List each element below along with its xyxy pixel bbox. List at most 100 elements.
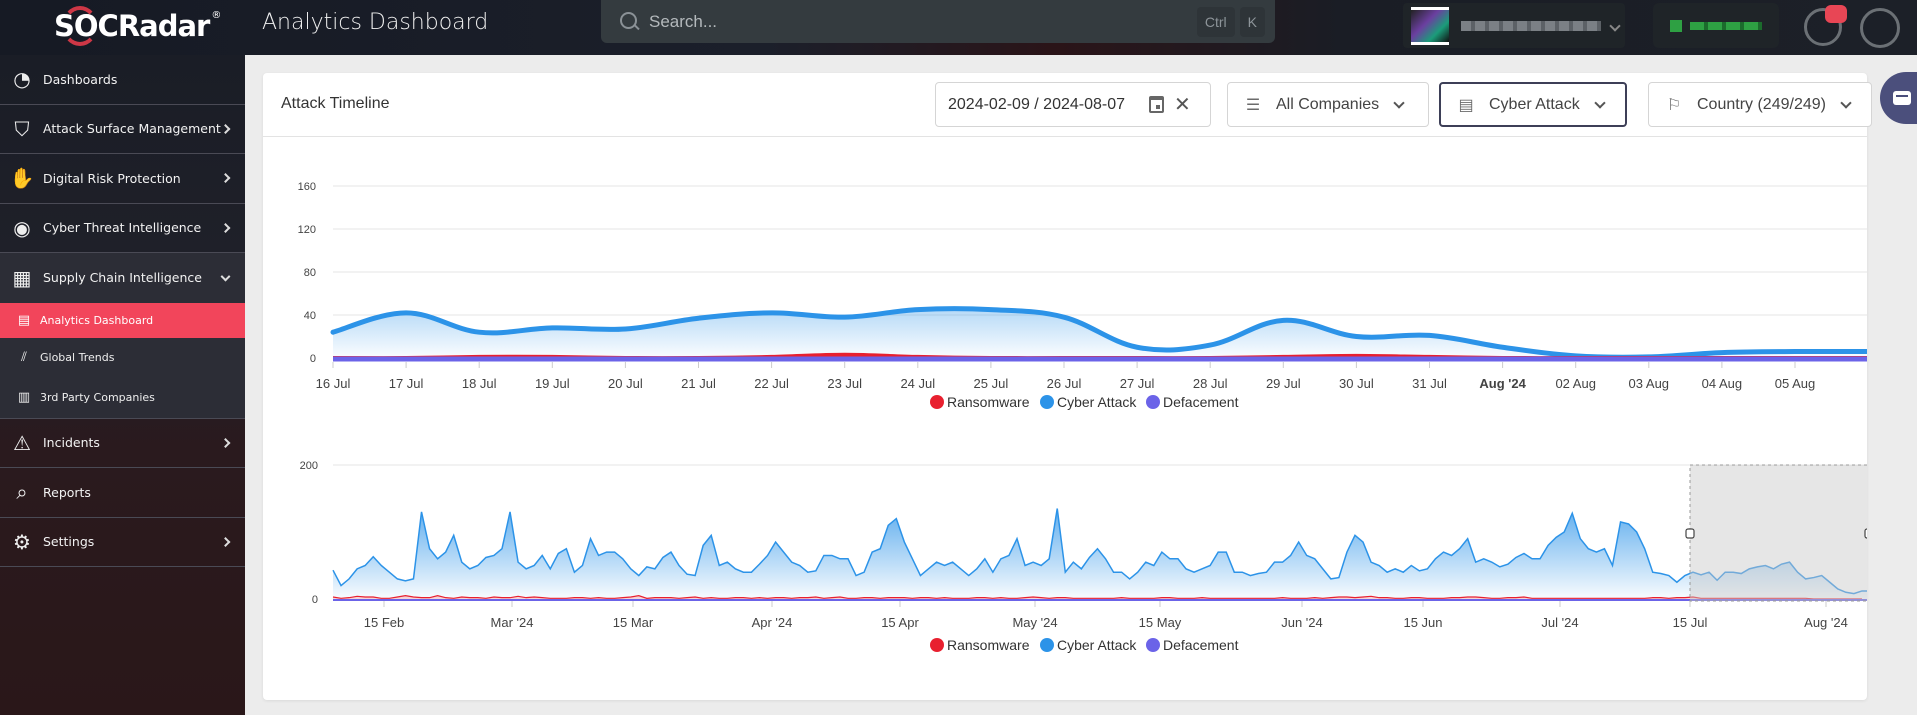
chevron-right-icon bbox=[220, 437, 231, 448]
license-text-redacted bbox=[1690, 21, 1762, 30]
sidebar-item-label: Digital Risk Protection bbox=[43, 170, 181, 186]
license-icon bbox=[1670, 19, 1682, 32]
clear-date-icon[interactable]: ✕ bbox=[1174, 92, 1191, 117]
sidebar-item-label: Reports bbox=[43, 484, 91, 500]
chevron-down-icon bbox=[1609, 19, 1621, 32]
companies-value: All Companies bbox=[1276, 95, 1380, 113]
legend-marker-defacement bbox=[1146, 395, 1160, 409]
search-icon bbox=[619, 11, 641, 33]
shield-scan-icon: ⛉ bbox=[14, 116, 30, 141]
x-tick-label: 22 Jul bbox=[754, 376, 789, 391]
sidebar-item-reports[interactable]: ⌕ Reports bbox=[0, 468, 245, 518]
sidebar-item-dashboards[interactable]: ◔ Dashboards bbox=[0, 55, 245, 105]
navigator-selection bbox=[1689, 464, 1867, 602]
x-tick-label: 26 Jul bbox=[1047, 376, 1082, 391]
x-tick-label: 05 Aug bbox=[1775, 376, 1816, 391]
shortcut-key-k: K bbox=[1239, 6, 1265, 37]
card-title: Attack Timeline bbox=[281, 95, 390, 112]
legend-marker-defacement bbox=[1146, 638, 1160, 652]
card-header: Attack Timeline 2024-02-09 / 2024-08-07 … bbox=[263, 73, 1872, 137]
page-title: Analytics Dashboard bbox=[262, 10, 489, 35]
x-tick-label: 24 Jul bbox=[900, 376, 935, 391]
radar-ring-icon bbox=[62, 6, 98, 46]
y-tick-label: 0 bbox=[312, 594, 318, 606]
supply-chain-submenu: ▤ Analytics Dashboard ⫽ Global Trends ▥ … bbox=[0, 302, 245, 419]
x-tick-label: 03 Aug bbox=[1629, 376, 1670, 391]
x-tick-label: 25 Jul bbox=[974, 376, 1009, 391]
company-avatar bbox=[1411, 6, 1449, 45]
sidebar-subitem-global-trends[interactable]: ⫽ Global Trends bbox=[0, 338, 245, 378]
chevron-right-icon bbox=[220, 173, 231, 184]
x-tick-label: Jul '24 bbox=[1541, 615, 1578, 630]
x-tick-label: 18 Jul bbox=[462, 376, 497, 391]
sidebar-subitem-3rd-party-companies[interactable]: ▥ 3rd Party Companies bbox=[0, 378, 245, 418]
shortcut-key-ctrl: Ctrl bbox=[1196, 6, 1235, 37]
registered-mark: ® bbox=[211, 10, 221, 21]
attack-type-dropdown[interactable]: ▤ Cyber Attack bbox=[1439, 82, 1627, 127]
sidebar-item-cyber-threat-intelligence[interactable]: ◉ Cyber Threat Intelligence bbox=[0, 204, 245, 253]
sidebar-item-incidents[interactable]: ⚠ Incidents bbox=[0, 419, 245, 468]
company-selector[interactable] bbox=[1403, 3, 1625, 48]
license-badge[interactable] bbox=[1653, 3, 1779, 48]
legend-label: Ransomware bbox=[947, 394, 1030, 410]
navigator-cyber-area bbox=[333, 508, 1867, 599]
notification-badge bbox=[1825, 5, 1847, 23]
notifications-button[interactable] bbox=[1804, 5, 1847, 46]
companies-dropdown[interactable]: ☰ All Companies bbox=[1227, 82, 1429, 127]
x-tick-label: May '24 bbox=[1012, 615, 1057, 630]
x-tick-label: 27 Jul bbox=[1120, 376, 1155, 391]
x-tick-label: 16 Jul bbox=[316, 376, 351, 391]
x-tick-label: 21 Jul bbox=[681, 376, 716, 391]
attack-timeline-card: Attack Timeline 2024-02-09 / 2024-08-07 … bbox=[263, 73, 1872, 700]
buildings-icon: ▦ bbox=[12, 265, 32, 290]
legend-navigator: Ransomware Cyber Attack Defacement bbox=[930, 637, 1239, 653]
x-tick-label: 30 Jul bbox=[1339, 376, 1374, 391]
chat-icon bbox=[1893, 91, 1911, 105]
flag-icon: ⚐ bbox=[1666, 96, 1682, 114]
gears-icon: ⚙ bbox=[13, 529, 31, 554]
x-tick-label: 23 Jul bbox=[827, 376, 862, 391]
hand-shield-icon: ✋ bbox=[9, 166, 35, 191]
chevron-down-icon bbox=[1840, 96, 1852, 109]
date-range-value: 2024-02-09 / 2024-08-07 bbox=[948, 95, 1126, 113]
charts-area: 0 40 80 120 160 16 Jul 17 Jul 18 Jul 19 Jul 20 Ju… bbox=[298, 181, 1867, 653]
chevron-down-icon bbox=[1393, 96, 1405, 109]
sidebar-item-label: Incidents bbox=[43, 435, 100, 451]
x-tick-label: 20 Jul bbox=[608, 376, 643, 391]
y-tick-label: 0 bbox=[310, 353, 316, 365]
country-dropdown[interactable]: ⚐ Country (249/249) bbox=[1648, 82, 1872, 127]
analytics-icon: ▤ bbox=[17, 312, 31, 328]
legend-marker-ransomware bbox=[930, 638, 944, 652]
sidebar-item-settings[interactable]: ⚙ Settings bbox=[0, 518, 245, 567]
y-tick-label: 160 bbox=[298, 181, 316, 193]
x-tick-label: 15 Jul bbox=[1673, 615, 1708, 630]
x-tick-label: 31 Jul bbox=[1412, 376, 1447, 391]
navigator-handle-right[interactable] bbox=[1864, 528, 1867, 539]
sidebar-item-label: Dashboards bbox=[43, 71, 118, 87]
sidebar-subitem-analytics-dashboard[interactable]: ▤ Analytics Dashboard bbox=[0, 302, 245, 338]
sidebar-item-label: Attack Surface Management bbox=[43, 121, 221, 137]
search-placeholder: Search... bbox=[649, 11, 718, 31]
x-tick-label: 04 Aug bbox=[1702, 376, 1743, 391]
x-tick-label: 15 May bbox=[1139, 615, 1182, 630]
x-tick-label: 02 Aug bbox=[1555, 376, 1596, 391]
eye-shield-icon: ◉ bbox=[13, 215, 31, 240]
navigator-handle-left[interactable] bbox=[1685, 528, 1695, 539]
socradar-logo[interactable]: SOCRadar ® bbox=[54, 6, 221, 46]
sidebar-item-digital-risk-protection[interactable]: ✋ Digital Risk Protection bbox=[0, 154, 245, 204]
sidebar-item-attack-surface-management[interactable]: ⛉ Attack Surface Management bbox=[0, 105, 245, 154]
x-tick-label: Apr '24 bbox=[752, 615, 793, 630]
x-tick-label: 17 Jul bbox=[389, 376, 424, 391]
calendar-icon[interactable] bbox=[1149, 96, 1165, 113]
chat-button[interactable] bbox=[1880, 72, 1917, 124]
profile-avatar[interactable] bbox=[1860, 8, 1900, 48]
search-input[interactable]: Search... Ctrl K bbox=[601, 0, 1275, 43]
date-range-picker[interactable]: 2024-02-09 / 2024-08-07 ✕ bbox=[935, 82, 1211, 127]
dashboard-icon: ◔ bbox=[13, 67, 31, 92]
legend-label: Cyber Attack bbox=[1057, 637, 1137, 653]
x-tick-label: 29 Jul bbox=[1266, 376, 1301, 391]
warning-monitor-icon: ⚠ bbox=[13, 430, 31, 455]
sidebar-item-supply-chain-intelligence[interactable]: ▦ Supply Chain Intelligence bbox=[0, 253, 245, 303]
x-tick-label: 15 Apr bbox=[881, 615, 919, 630]
sidebar: ◔ Dashboards ⛉ Attack Surface Management… bbox=[0, 55, 245, 715]
